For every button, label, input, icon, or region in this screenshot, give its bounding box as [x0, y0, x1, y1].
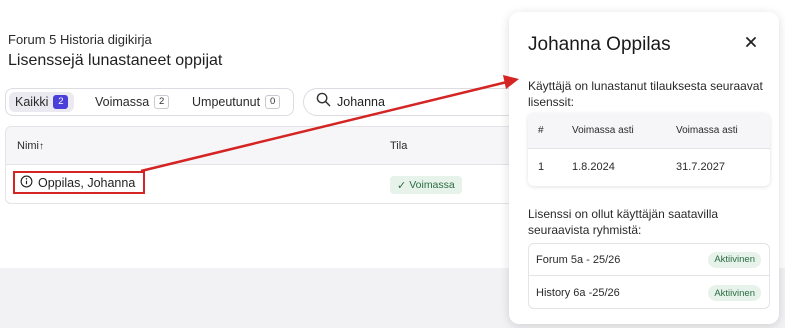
- count-badge: 2: [53, 95, 69, 109]
- license-table: # Voimassa asti Voimassa asti 1 1.8.2024…: [528, 113, 770, 186]
- column-header-name[interactable]: Nimi↑: [17, 140, 44, 152]
- status-badge: ✓ Voimassa: [390, 176, 462, 194]
- search-input[interactable]: [337, 95, 487, 109]
- breadcrumb[interactable]: Forum 5 Historia digikirja: [8, 32, 152, 47]
- learner-detail-panel: Johanna Oppilas Käyttäjä on lunastanut t…: [509, 12, 779, 324]
- column-header-valid-from: Voimassa asti: [572, 125, 634, 136]
- search-icon: [316, 92, 331, 112]
- table-header: Nimi↑ Tila: [6, 127, 544, 165]
- column-header-status[interactable]: Tila: [390, 140, 407, 152]
- close-icon: [741, 37, 761, 56]
- filter-tab-all[interactable]: Kaikki 2: [9, 92, 75, 112]
- filter-tabs: Kaikki 2 Voimassa 2 Umpeutunut 0: [5, 88, 294, 116]
- filter-tab-valid[interactable]: Voimassa 2: [89, 92, 175, 112]
- page-title: Lisenssejä lunastaneet oppijat: [8, 52, 223, 69]
- sort-arrow-icon: ↑: [39, 141, 44, 152]
- count-badge: 0: [265, 95, 281, 109]
- panel-title: Johanna Oppilas: [528, 34, 671, 55]
- license-index: 1: [538, 161, 545, 173]
- column-header-index: #: [538, 125, 544, 136]
- list-item: Forum 5a - 25/26 Aktiivinen: [529, 244, 769, 276]
- learners-table: Nimi↑ Tila Oppilas, Johanna ✓ Voimassa: [5, 126, 545, 204]
- list-item: History 6a -25/26 Aktiivinen: [529, 277, 769, 309]
- group-name: History 6a -25/26: [536, 287, 620, 299]
- filter-tab-label: Voimassa: [95, 95, 150, 109]
- filter-tab-label: Kaikki: [15, 95, 49, 109]
- status-label: Voimassa: [409, 179, 455, 191]
- close-button[interactable]: [741, 32, 761, 52]
- license-end-date: 31.7.2027: [676, 161, 725, 173]
- license-intro: Käyttäjä on lunastanut tilauksesta seura…: [528, 79, 763, 109]
- status-badge: Aktiivinen: [708, 285, 761, 301]
- groups-list: Forum 5a - 25/26 Aktiivinen History 6a -…: [528, 243, 770, 309]
- count-badge: 2: [154, 95, 170, 109]
- column-header-valid-until: Voimassa asti: [676, 125, 738, 136]
- table-row: Oppilas, Johanna ✓ Voimassa: [6, 165, 544, 203]
- search-box[interactable]: [303, 88, 533, 116]
- check-icon: ✓: [397, 179, 407, 192]
- learner-name: Oppilas, Johanna: [38, 175, 136, 190]
- filter-tab-expired[interactable]: Umpeutunut 0: [186, 92, 286, 112]
- learner-name-link[interactable]: Oppilas, Johanna: [13, 171, 146, 194]
- filter-tab-label: Umpeutunut: [192, 95, 261, 109]
- groups-intro: Lisenssi on ollut käyttäjän saatavilla s…: [528, 207, 719, 237]
- group-name: Forum 5a - 25/26: [536, 253, 621, 266]
- license-table-header: # Voimassa asti Voimassa asti: [528, 113, 770, 149]
- info-icon: [20, 175, 38, 191]
- license-start-date: 1.8.2024: [572, 161, 615, 173]
- status-badge: Aktiivinen: [708, 251, 761, 268]
